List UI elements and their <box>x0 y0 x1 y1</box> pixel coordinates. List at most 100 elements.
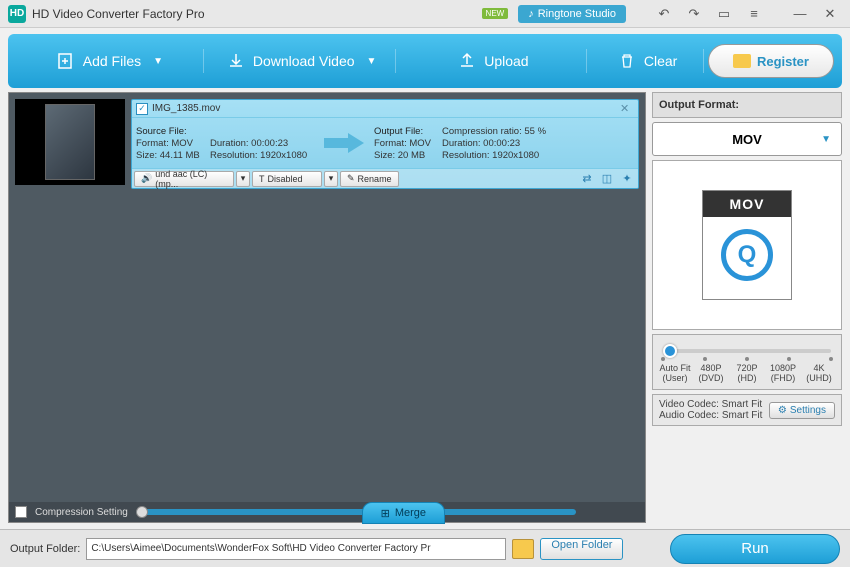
output-header: Output File: <box>374 126 438 137</box>
run-button[interactable]: Run <box>670 534 840 564</box>
register-icon <box>733 54 751 68</box>
resolution-panel: Auto Fit(User) 480P(DVD) 720P(HD) 1080P(… <box>652 334 842 390</box>
file-info-card: ✓ IMG_1385.mov ✕ Source File: Format: MO… <box>131 99 639 189</box>
clear-label: Clear <box>644 53 677 69</box>
download-label: Download Video <box>253 53 355 69</box>
add-files-button[interactable]: Add Files ▼ <box>16 41 204 81</box>
output-compression: Compression ratio: 55 % <box>442 126 562 137</box>
content-area: ✓ IMG_1385.mov ✕ Source File: Format: MO… <box>8 92 842 523</box>
source-format: Format: MOV <box>136 138 206 149</box>
settings-label: Settings <box>790 405 826 416</box>
codec-row: Video Codec: Smart Fit Audio Codec: Smar… <box>652 394 842 426</box>
audio-codec: Audio Codec: Smart Fit <box>659 410 762 421</box>
rename-button[interactable]: ✎ Rename <box>340 171 399 187</box>
res-autofit: Auto Fit <box>659 363 690 373</box>
file-name: IMG_1385.mov <box>152 103 220 114</box>
add-files-icon <box>57 52 75 70</box>
audio-track-dropdown[interactable]: 🔊 und aac (LC) (mp... <box>134 171 234 187</box>
add-files-label: Add Files <box>83 53 141 69</box>
audio-track-label: und aac (LC) (mp... <box>155 169 227 189</box>
compression-checkbox[interactable] <box>15 506 27 518</box>
app-logo: HD <box>8 5 26 23</box>
rename-label: Rename <box>358 174 392 184</box>
main-toolbar: Add Files ▼ Download Video ▼ Upload Clea… <box>8 34 842 88</box>
output-resolution: Resolution: 1920x1080 <box>442 150 562 161</box>
download-video-button[interactable]: Download Video ▼ <box>208 41 396 81</box>
subtitle-icon: T <box>259 174 265 184</box>
source-duration: Duration: 00:00:23 <box>210 138 320 149</box>
new-badge: NEW <box>482 8 509 19</box>
res-4k: 4K <box>813 363 824 373</box>
crop-icon[interactable]: ◫ <box>598 171 616 187</box>
upload-icon <box>458 52 476 70</box>
clear-button[interactable]: Clear <box>591 41 704 81</box>
source-header: Source File: <box>136 126 206 137</box>
mov-icon-label: MOV <box>703 191 791 217</box>
file-header: ✓ IMG_1385.mov ✕ <box>132 100 638 118</box>
chevron-down-icon: ▼ <box>821 134 831 145</box>
res-720p: 720P <box>736 363 757 373</box>
minimize-button[interactable]: — <box>788 4 812 24</box>
register-button[interactable]: Register <box>708 44 834 78</box>
undo-icon[interactable]: ↶ <box>652 4 676 24</box>
close-button[interactable]: ✕ <box>818 4 842 24</box>
upload-label: Upload <box>484 53 528 69</box>
effects-icon[interactable]: ✦ <box>618 171 636 187</box>
file-thumbnail[interactable] <box>15 99 125 185</box>
output-duration: Duration: 00:00:23 <box>442 138 562 149</box>
format-preview: MOV Q <box>652 160 842 330</box>
redo-icon[interactable]: ↷ <box>682 4 706 24</box>
quicktime-icon: Q <box>721 229 773 281</box>
output-format-value: MOV <box>732 132 762 147</box>
output-format-select[interactable]: MOV ▼ <box>652 122 842 156</box>
video-codec: Video Codec: Smart Fit <box>659 399 762 410</box>
audio-icon: 🔊 <box>141 173 152 184</box>
source-size: Size: 44.11 MB <box>136 150 206 161</box>
merge-button[interactable]: ⊞ Merge <box>362 502 445 524</box>
mov-icon: MOV Q <box>702 190 792 300</box>
output-format: Format: MOV <box>374 138 438 149</box>
menu-icon[interactable]: ≡ <box>742 4 766 24</box>
output-size: Size: 20 MB <box>374 150 438 161</box>
app-title: HD Video Converter Factory Pro <box>32 7 205 21</box>
upload-button[interactable]: Upload <box>400 41 588 81</box>
arrow-icon <box>324 133 364 153</box>
resolution-slider-thumb[interactable] <box>663 344 677 358</box>
bottom-bar: Output Folder: C:\Users\Aimee\Documents\… <box>0 529 850 567</box>
ringtone-studio-button[interactable]: ♪ Ringtone Studio <box>518 5 626 23</box>
chevron-down-icon: ▼ <box>367 56 377 67</box>
resolution-slider[interactable] <box>663 349 831 353</box>
subtitle-label: Disabled <box>268 174 303 184</box>
open-folder-button[interactable]: Open Folder <box>540 538 623 560</box>
ringtone-icon: ♪ <box>528 8 534 20</box>
remove-file-icon[interactable]: ✕ <box>620 102 634 116</box>
subtitle-chevron[interactable]: ▾ <box>324 171 338 187</box>
settings-button[interactable]: ⚙ Settings <box>769 402 835 419</box>
merge-label: Merge <box>395 507 426 519</box>
output-folder-path[interactable]: C:\Users\Aimee\Documents\WonderFox Soft\… <box>86 538 506 560</box>
compression-bar: Compression Setting <box>9 502 645 522</box>
ringtone-label: Ringtone Studio <box>538 8 616 20</box>
file-list-panel: ✓ IMG_1385.mov ✕ Source File: Format: MO… <box>8 92 646 523</box>
compression-slider[interactable] <box>136 509 576 515</box>
gear-icon: ⚙ <box>778 405 787 416</box>
source-resolution: Resolution: 1920x1080 <box>210 150 320 161</box>
audio-chevron[interactable]: ▾ <box>236 171 250 187</box>
rename-icon: ✎ <box>347 173 355 184</box>
compression-slider-thumb[interactable] <box>136 506 148 518</box>
chevron-down-icon: ▼ <box>153 56 163 67</box>
message-icon[interactable]: ▭ <box>712 4 736 24</box>
download-icon <box>227 52 245 70</box>
register-label: Register <box>757 54 809 69</box>
res-480p: 480P <box>700 363 721 373</box>
titlebar: HD HD Video Converter Factory Pro NEW ♪ … <box>0 0 850 28</box>
shuffle-icon[interactable]: ⇄ <box>578 171 596 187</box>
output-panel: Output Format: MOV ▼ MOV Q Auto Fit(User… <box>652 92 842 523</box>
subtitle-dropdown[interactable]: T Disabled <box>252 171 322 187</box>
file-checkbox[interactable]: ✓ <box>136 103 148 115</box>
file-item[interactable]: ✓ IMG_1385.mov ✕ Source File: Format: MO… <box>15 99 639 189</box>
res-1080p: 1080P <box>770 363 796 373</box>
output-folder-label: Output Folder: <box>10 543 80 555</box>
browse-folder-icon[interactable] <box>512 539 534 559</box>
resolution-labels: Auto Fit(User) 480P(DVD) 720P(HD) 1080P(… <box>659 363 835 383</box>
